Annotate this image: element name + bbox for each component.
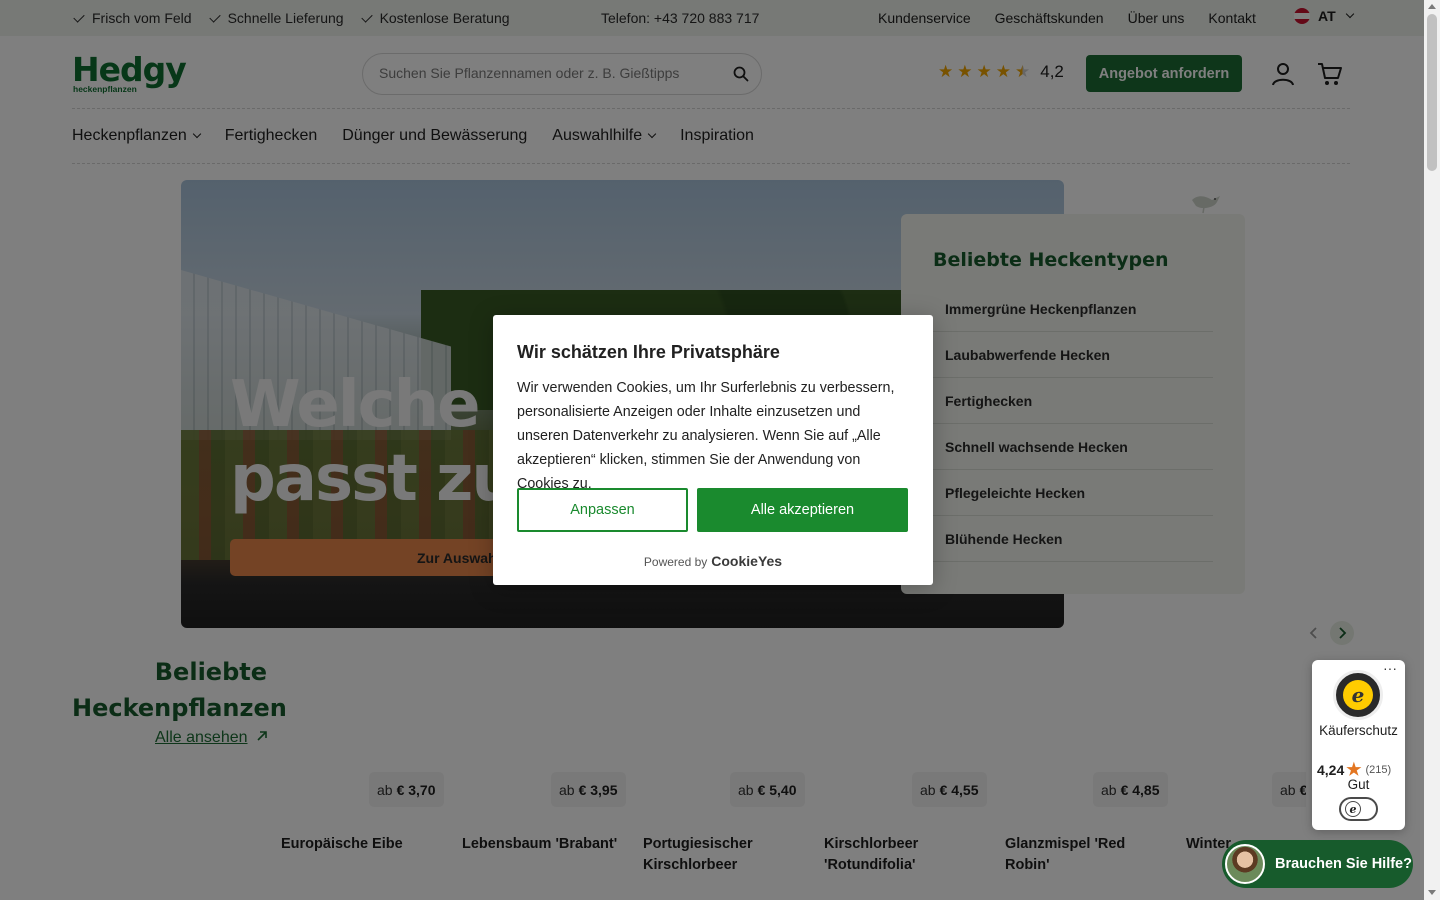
scroll-thumb[interactable] [1427, 14, 1437, 171]
trusted-shops-toggle-icon[interactable]: e [1339, 797, 1378, 821]
scroll-down-arrow-icon[interactable] [1428, 890, 1436, 895]
ts-grade: Gut [1347, 777, 1370, 792]
scroll-up-arrow-icon[interactable] [1428, 4, 1436, 9]
page-scrollbar[interactable] [1424, 0, 1440, 900]
customize-button[interactable]: Anpassen [517, 488, 688, 532]
accept-all-button[interactable]: Alle akzeptieren [697, 488, 908, 532]
more-options-icon[interactable]: ··· [1383, 660, 1397, 676]
cookie-text: Wir verwenden Cookies, um Ihr Surferlebn… [517, 380, 895, 492]
ts-score: 4,24 [1317, 762, 1345, 778]
cookie-consent-dialog: Wir schätzen Ihre Privatsphäre Wir verwe… [493, 315, 933, 585]
help-chat-button[interactable]: Brauchen Sie Hilfe? [1222, 840, 1413, 888]
ts-review-count: (215) [1365, 764, 1392, 776]
cookieyes-logo: CookieYes [711, 553, 783, 569]
cookie-title: Wir schätzen Ihre Privatsphäre [517, 342, 780, 362]
trusted-shops-badge[interactable]: ··· e Käuferschutz 4,24 ★ (215) Gut e [1312, 660, 1405, 830]
buyer-protection-label: Käuferschutz [1319, 723, 1398, 738]
support-avatar [1225, 844, 1265, 884]
powered-by-label: Powered by [643, 555, 708, 569]
trusted-shops-seal-icon: e [1333, 670, 1383, 720]
help-label: Brauchen Sie Hilfe? [1275, 856, 1412, 872]
powered-by[interactable]: Powered by CookieYes [493, 553, 933, 569]
